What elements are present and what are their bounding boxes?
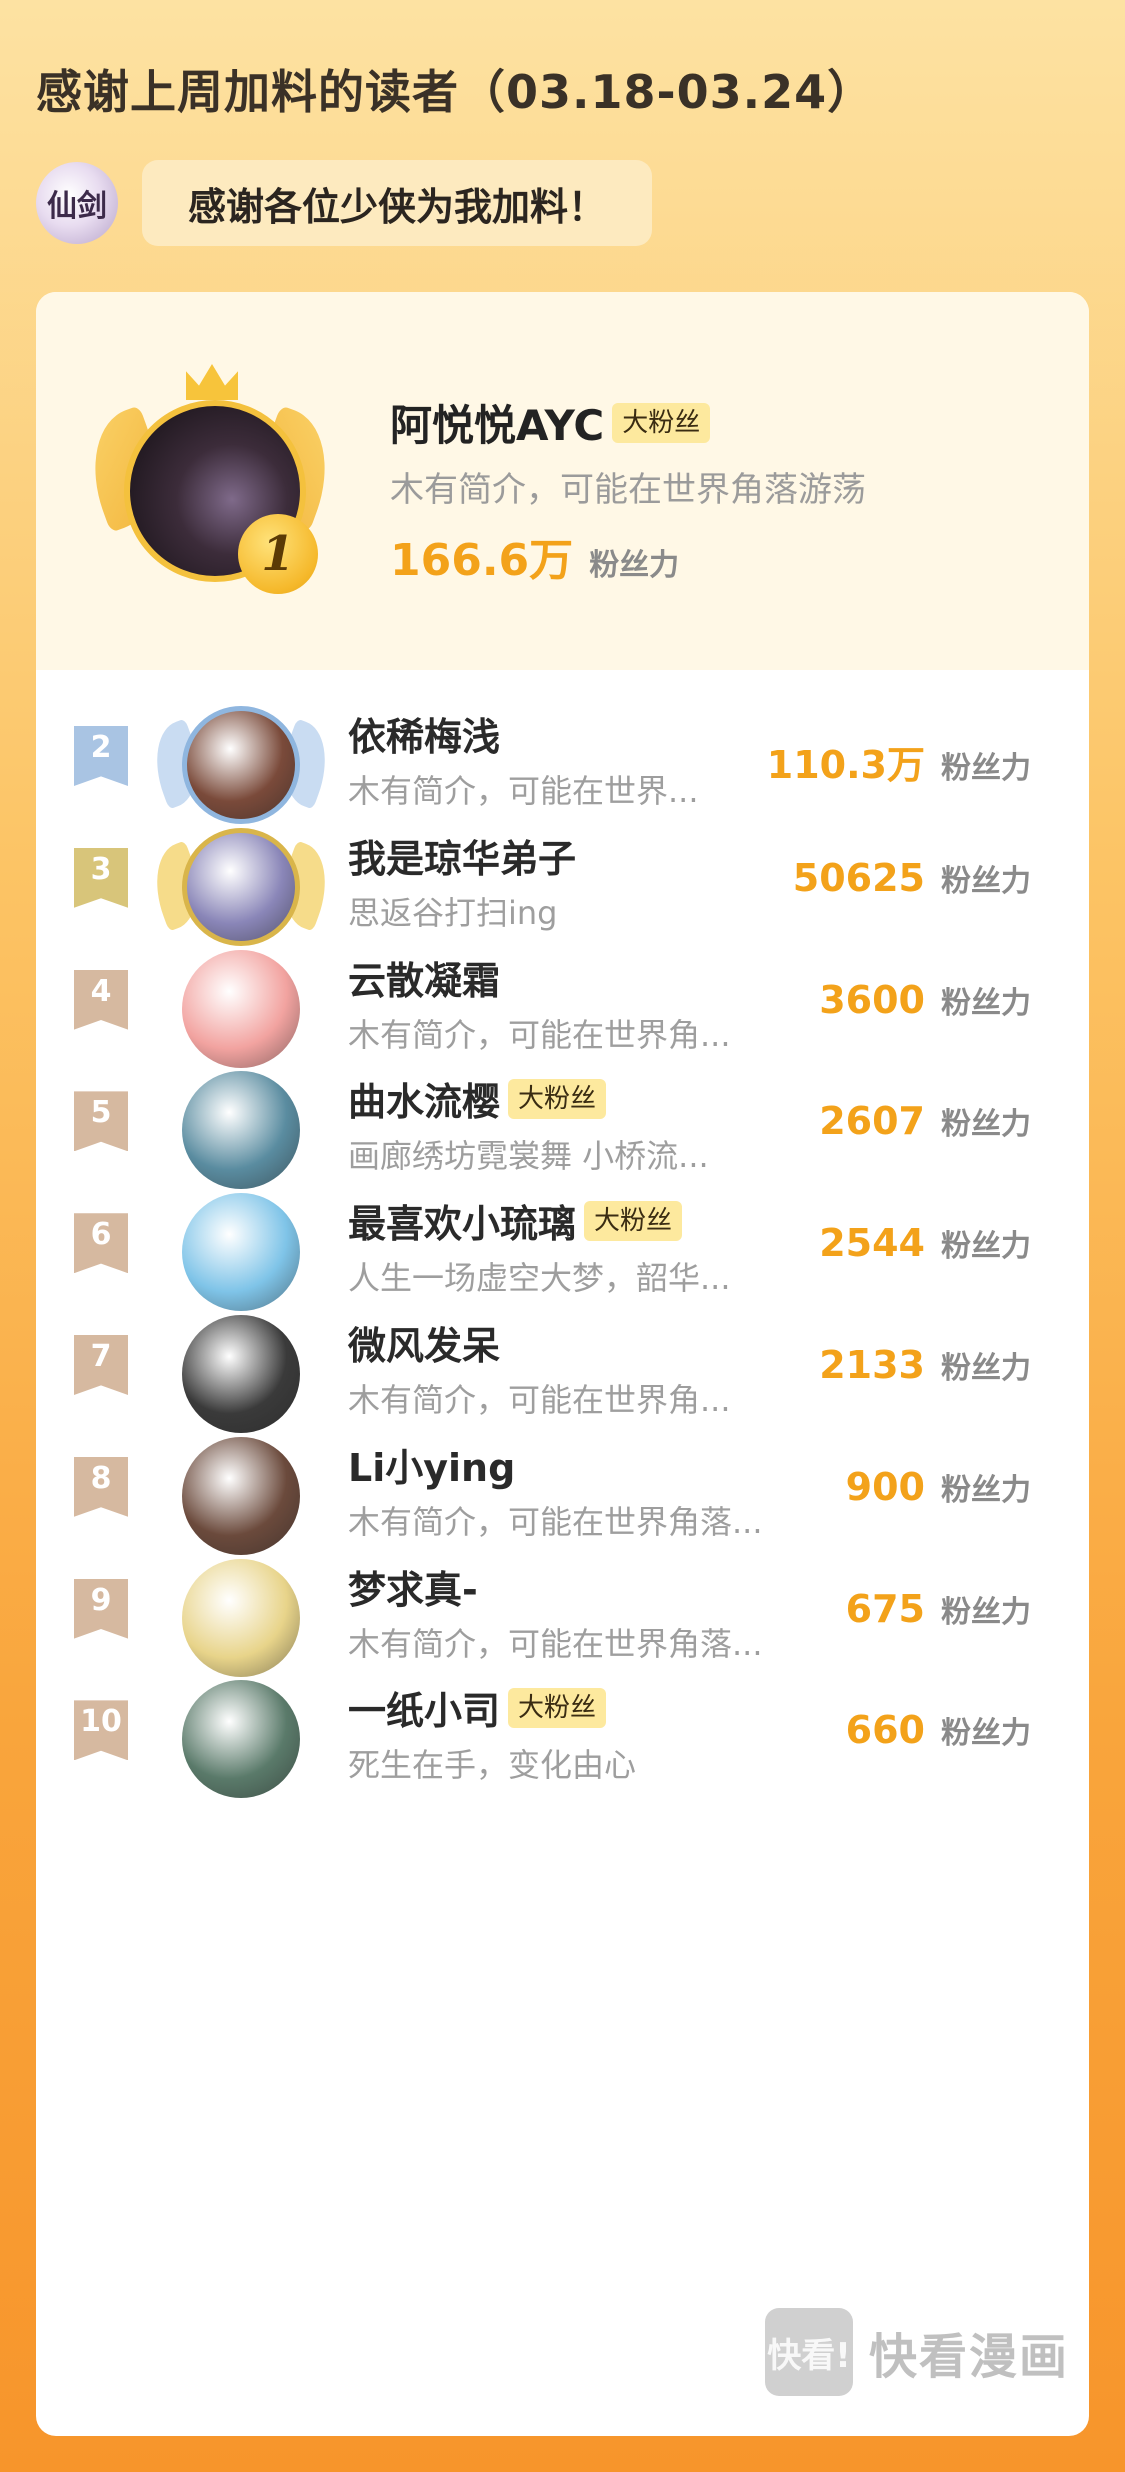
username[interactable]: Li小ying <box>348 1437 515 1492</box>
username[interactable]: 梦求真- <box>348 1559 478 1614</box>
rank-number: 8 <box>90 1460 112 1496</box>
big-fan-badge: 大粉丝 <box>508 1687 607 1728</box>
username[interactable]: 依稀梅浅 <box>348 706 500 761</box>
rank-number: 2 <box>90 730 112 765</box>
rank-number: 4 <box>90 973 112 1009</box>
username[interactable]: 微风发呆 <box>348 1315 500 1370</box>
name-row: 云散凝霜 <box>348 950 500 1005</box>
publisher-logo-text: 仙剑 <box>47 189 107 224</box>
rank-number: 9 <box>90 1582 112 1618</box>
avatar[interactable] <box>182 1680 300 1799</box>
thanks-message-text: 感谢各位少侠为我加料！ <box>188 184 607 229</box>
name-row: 曲水流樱 大粉丝 <box>348 1071 607 1126</box>
big-fan-badge: 大粉丝 <box>584 1200 683 1241</box>
score-unit: 粉丝力 <box>941 863 1031 899</box>
username[interactable]: 云散凝霜 <box>348 950 500 1005</box>
score-unit: 粉丝力 <box>941 985 1031 1021</box>
rank-ribbon-icon: 10 <box>74 1700 128 1761</box>
rank-ribbon-icon: 7 <box>74 1335 128 1395</box>
rank-number: 7 <box>90 1339 112 1374</box>
score-value: 3600 <box>819 977 925 1022</box>
fan-power-score: 675 粉丝力 <box>846 1587 1031 1631</box>
username[interactable]: 我是琼华弟子 <box>348 828 576 883</box>
score-value: 50625 <box>792 855 925 900</box>
name-row: 最喜欢小琉璃 大粉丝 <box>348 1193 683 1248</box>
rank-number: 5 <box>90 1095 112 1131</box>
thanks-message-bubble: 感谢各位少侠为我加料！ <box>142 160 653 246</box>
rank-ribbon-icon: 3 <box>74 847 128 908</box>
name-row: 梦求真- <box>348 1559 478 1614</box>
score-unit: 粉丝力 <box>941 1716 1031 1752</box>
username[interactable]: 曲水流樱 <box>348 1071 500 1126</box>
score-unit: 粉丝力 <box>941 1351 1031 1386</box>
score-unit: 粉丝力 <box>941 1107 1031 1143</box>
top1-avatar-frame: 1 <box>73 364 347 614</box>
big-fan-badge: 大粉丝 <box>508 1078 607 1119</box>
score-value: 900 <box>845 1464 925 1509</box>
top1-username[interactable]: 阿悦悦AYC <box>390 392 604 453</box>
fan-power-score: 2133 粉丝力 <box>819 1343 1031 1387</box>
fan-power-score: 110.3万 粉丝力 <box>767 734 1031 789</box>
name-row: 微风发呆 <box>348 1315 500 1370</box>
watermark-text: 快看漫画 <box>868 2329 1069 2385</box>
rank-ribbon-icon: 9 <box>74 1578 128 1639</box>
top1-score-value: 166.6万 <box>390 535 574 586</box>
publisher-avatar[interactable]: 仙剑 <box>36 162 118 244</box>
username[interactable]: 最喜欢小琉璃 <box>348 1193 576 1248</box>
score-value: 2607 <box>819 1099 925 1144</box>
fan-power-score: 2544 粉丝力 <box>819 1221 1031 1265</box>
crown-icon <box>186 364 238 400</box>
score-unit: 粉丝力 <box>941 1472 1031 1508</box>
fan-power-score: 2607 粉丝力 <box>819 1099 1031 1143</box>
score-value: 2544 <box>819 1221 925 1266</box>
big-fan-badge: 大粉丝 <box>612 402 711 443</box>
fan-power-score: 50625 粉丝力 <box>793 856 1031 900</box>
leaderboard-card: 1 阿悦悦AYC 大粉丝 木有简介，可能在世界角落游荡 166.6万 粉丝力 2… <box>36 292 1089 2436</box>
top1-rank: 1 <box>261 526 295 582</box>
rank-number: 10 <box>80 1704 122 1740</box>
top1-name-row: 阿悦悦AYC 大粉丝 <box>390 392 711 453</box>
rank-ribbon-icon: 5 <box>74 1091 128 1152</box>
fan-power-score: 3600 粉丝力 <box>819 978 1031 1022</box>
rank-1-medal-icon: 1 <box>238 514 318 594</box>
name-row: 我是琼华弟子 <box>348 828 576 883</box>
rank-number: 6 <box>90 1217 112 1253</box>
top1-bio: 木有简介，可能在世界角落游荡 <box>390 470 866 510</box>
rank-ribbon-icon: 4 <box>74 969 128 1030</box>
score-value: 660 <box>845 1708 925 1753</box>
score-unit: 粉丝力 <box>941 1229 1031 1265</box>
score-value: 675 <box>845 1586 925 1631</box>
score-unit: 粉丝力 <box>941 751 1031 786</box>
name-row: Li小ying <box>348 1437 515 1492</box>
top1-score: 166.6万 粉丝力 <box>390 524 679 588</box>
fan-power-score: 660 粉丝力 <box>846 1708 1031 1752</box>
name-row: 一纸小司 大粉丝 <box>348 1680 607 1735</box>
top1-entry[interactable]: 1 阿悦悦AYC 大粉丝 木有简介，可能在世界角落游荡 166.6万 粉丝力 <box>36 292 1089 670</box>
rank-ribbon-icon: 6 <box>74 1213 128 1274</box>
username[interactable]: 一纸小司 <box>348 1680 500 1735</box>
kuaikan-logo-icon: 快看! <box>764 2308 853 2396</box>
fan-power-score: 900 粉丝力 <box>846 1465 1031 1509</box>
score-value: 2133 <box>819 1343 925 1387</box>
top1-score-unit: 粉丝力 <box>589 548 680 583</box>
rank-ribbon-icon: 8 <box>74 1456 128 1517</box>
score-value: 110.3万 <box>766 743 925 787</box>
user-bio: 死生在手，变化由心 <box>348 1746 637 1785</box>
list-item[interactable]: 10 一纸小司 大粉丝死生在手，变化由心 660 粉丝力 <box>36 1640 1089 1799</box>
score-unit: 粉丝力 <box>941 1594 1031 1630</box>
name-row: 依稀梅浅 <box>348 706 500 761</box>
rank-ribbon-icon: 2 <box>74 726 128 786</box>
watermark: 快看! 快看漫画 <box>764 2308 1069 2396</box>
rank-number: 3 <box>90 851 112 887</box>
page-title: 感谢上周加料的读者（03.18-03.24） <box>36 65 875 119</box>
